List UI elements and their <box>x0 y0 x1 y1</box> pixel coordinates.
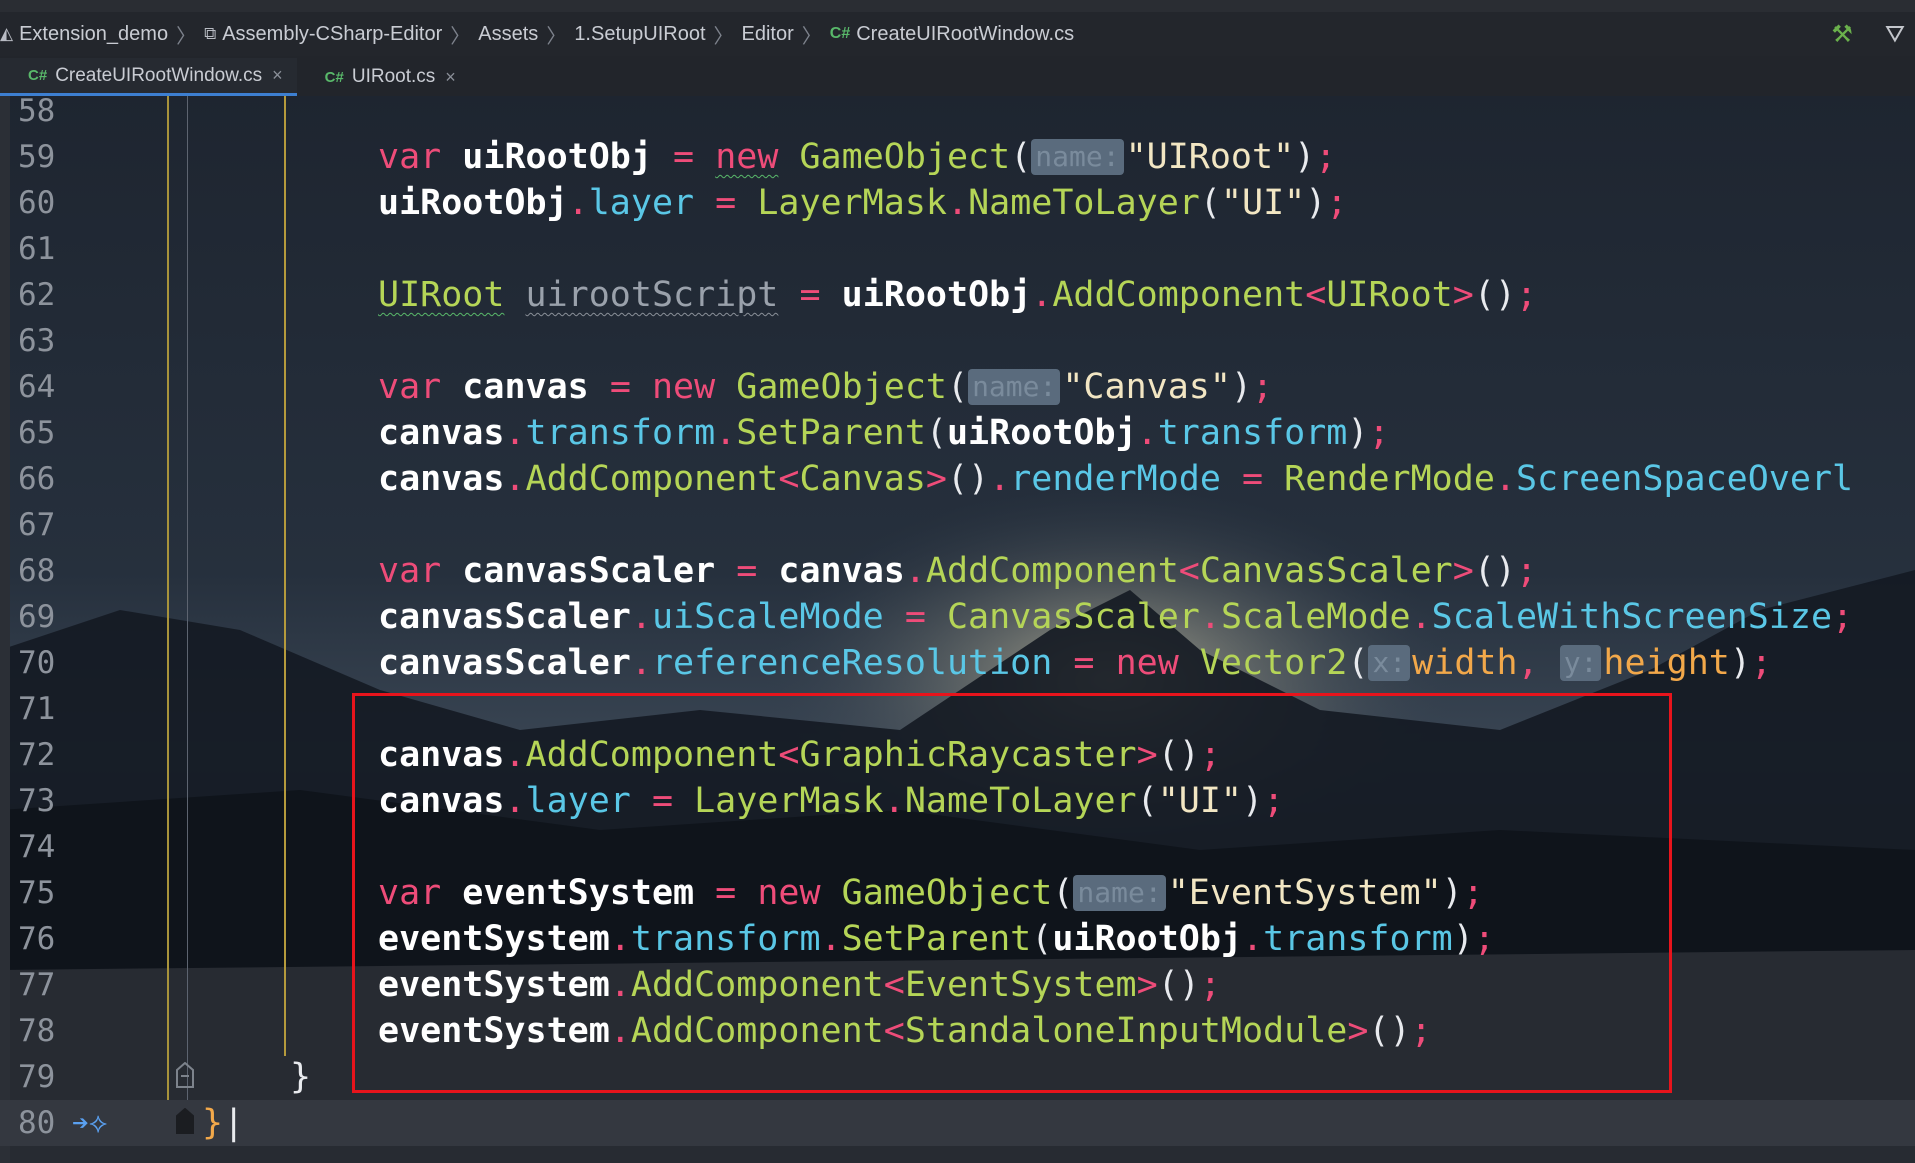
line-number: 63 <box>18 323 56 359</box>
line-number: 60 <box>18 185 56 221</box>
debug-icon[interactable]: ⛛ <box>1885 21 1905 49</box>
csharp-icon: C# <box>829 25 851 42</box>
breadcrumb-item-assembly[interactable]: ⧉ Assembly-CSharp-Editor <box>204 23 442 46</box>
window-title-strip <box>0 0 1915 12</box>
line-number: 70 <box>18 645 56 681</box>
line-number: 61 <box>18 231 56 267</box>
breadcrumb-item-assets[interactable]: Assets <box>478 23 538 46</box>
breadcrumb-label: Extension_demo <box>19 22 169 45</box>
line-number: 71 <box>18 691 56 727</box>
code-line: 59 var uiRootObj = new GameObject(name: "… <box>0 134 1915 180</box>
line-number: 78 <box>18 1013 56 1049</box>
close-icon[interactable]: × <box>272 65 283 86</box>
code-text: canvasScaler.referenceResolution = new V… <box>378 643 1772 683</box>
code-line: 61 <box>0 226 1915 272</box>
code-text: UIRoot uirootScript = uiRootObj.AddCompo… <box>378 275 1538 315</box>
line-number: 59 <box>18 139 56 175</box>
tab-label: UIRoot.cs <box>351 66 436 87</box>
breadcrumb-label: CreateUIRootWindow.cs <box>856 22 1075 45</box>
line-number: 62 <box>18 277 56 313</box>
code-text: var canvas = new GameObject(name: "Canvas… <box>378 367 1274 407</box>
line-number: 72 <box>18 737 56 773</box>
line-number: 79 <box>18 1059 56 1095</box>
close-icon[interactable]: × <box>445 67 456 88</box>
breadcrumb-label: Assembly-CSharp-Editor <box>222 22 443 45</box>
parameter-hint: name: <box>968 369 1061 405</box>
code-text: canvas.AddComponent<Canvas>().renderMode… <box>378 459 1854 499</box>
chevron-right-icon: 〉 <box>176 25 197 48</box>
line-number: 76 <box>18 921 56 957</box>
fold-icon[interactable] <box>176 1108 194 1134</box>
code-text: canvasScaler.uiScaleMode = CanvasScaler.… <box>378 597 1854 637</box>
code-line: 62 UIRoot uirootScript = uiRootObj.AddCo… <box>0 272 1915 318</box>
line-number: 68 <box>18 553 56 589</box>
csharp-icon: C# <box>324 68 344 86</box>
code-text: uiRootObj.layer = LayerMask.NameToLayer(… <box>378 183 1348 223</box>
unity-icon: ◭ <box>0 24 14 43</box>
breadcrumb-label: Assets <box>478 22 539 45</box>
breadcrumb-item-project[interactable]: ◭ Extension_demo <box>0 23 168 46</box>
assembly-icon: ⧉ <box>204 24 217 43</box>
breadcrumb-label: 1.SetupUIRoot <box>574 22 706 45</box>
code-text: var uiRootObj = new GameObject(name: "UIR… <box>378 137 1337 177</box>
code-line: 63 <box>0 318 1915 364</box>
code-line-current: 80 ➔⟡ }| <box>0 1100 1915 1146</box>
chevron-right-icon: 〉 <box>801 25 822 48</box>
chevron-right-icon: 〉 <box>546 25 567 48</box>
csharp-icon: C# <box>28 67 48 84</box>
breadcrumb: ◭ Extension_demo 〉 ⧉ Assembly-CSharp-Edi… <box>0 12 1915 56</box>
line-number: 58 <box>18 93 56 129</box>
line-number: 75 <box>18 875 56 911</box>
code-line: 69 canvasScaler.uiScaleMode = CanvasScal… <box>0 594 1915 640</box>
line-number: 77 <box>18 967 56 1003</box>
breadcrumb-item-setup[interactable]: 1.SetupUIRoot <box>574 23 705 46</box>
code-text: } <box>290 1057 312 1097</box>
line-number: 74 <box>18 829 56 865</box>
line-number: 69 <box>18 599 56 635</box>
code-line: 70 canvasScaler.referenceResolution = ne… <box>0 640 1915 686</box>
hammer-icon[interactable]: ⚒ <box>1831 20 1853 49</box>
code-text: }| <box>202 1103 245 1143</box>
breadcrumb-item-editor[interactable]: Editor <box>742 23 794 46</box>
tab-label: CreateUIRootWindow.cs <box>55 64 263 86</box>
code-line: 60 uiRootObj.layer = LayerMask.NameToLay… <box>0 180 1915 226</box>
breadcrumb-item-file[interactable]: C# CreateUIRootWindow.cs <box>830 23 1074 46</box>
parameter-hint: x: <box>1368 645 1411 681</box>
fold-icon[interactable] <box>176 1062 194 1088</box>
line-number: 80 <box>18 1105 56 1141</box>
chevron-right-icon: 〉 <box>450 25 471 48</box>
code-line: 65 canvas.transform.SetParent(uiRootObj.… <box>0 410 1915 456</box>
line-number: 64 <box>18 369 56 405</box>
code-line: 67 <box>0 502 1915 548</box>
parameter-hint: name: <box>1031 139 1124 175</box>
line-number: 73 <box>18 783 56 819</box>
code-line: 66 canvas.AddComponent<Canvas>().renderM… <box>0 456 1915 502</box>
code-line: 58 <box>0 88 1915 134</box>
code-text: canvas.transform.SetParent(uiRootObj.tra… <box>378 413 1390 453</box>
code-text: var canvasScaler = canvas.AddComponent<C… <box>378 551 1538 591</box>
line-number: 65 <box>18 415 56 451</box>
line-number: 67 <box>18 507 56 543</box>
code-line: 64 var canvas = new GameObject(name: "Can… <box>0 364 1915 410</box>
line-number: 66 <box>18 461 56 497</box>
parameter-hint: y: <box>1559 645 1602 681</box>
code-line: 68 var canvasScaler = canvas.AddComponen… <box>0 548 1915 594</box>
run-arrow-icon[interactable]: ➔⟡ <box>72 1106 107 1140</box>
chevron-right-icon: 〉 <box>713 25 734 48</box>
breadcrumb-label: Editor <box>741 22 794 45</box>
highlight-annotation-box <box>352 693 1672 1093</box>
